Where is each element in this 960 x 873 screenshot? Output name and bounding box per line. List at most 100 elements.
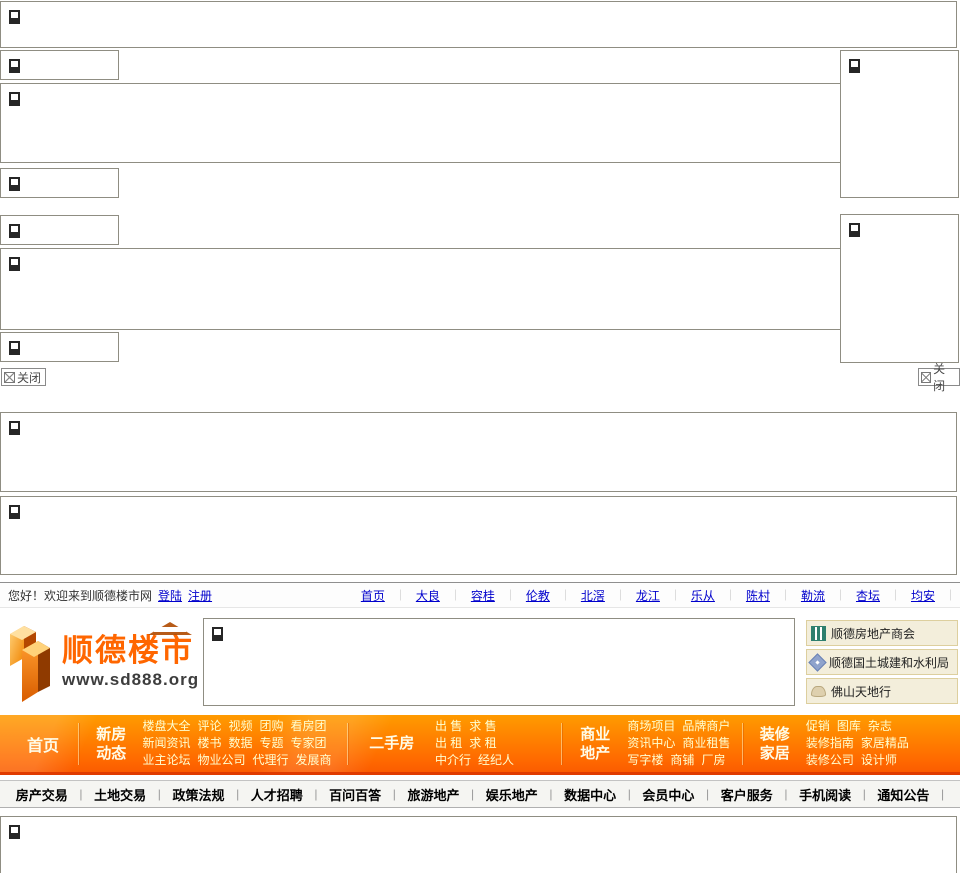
city-links: 首页｜大良｜容桂｜伦教｜北滘｜龙江｜乐从｜陈村｜勒流｜杏坛｜均安｜ — [351, 587, 960, 604]
city-link-乐从[interactable]: 乐从 — [681, 587, 725, 604]
nav-link[interactable]: 写字楼 — [627, 753, 663, 767]
sub-nav-item-手机阅读[interactable]: 手机阅读 — [799, 785, 851, 804]
sub-nav-item-会员中心[interactable]: 会员中心 — [642, 785, 694, 804]
nav-link[interactable]: 团购 — [260, 719, 284, 733]
city-link-陈村[interactable]: 陈村 — [736, 587, 780, 604]
city-link-伦教[interactable]: 伦教 — [516, 587, 560, 604]
divider: ｜ — [724, 590, 736, 602]
nav-home[interactable]: 首页 — [8, 732, 78, 756]
sub-nav-item-政策法规[interactable]: 政策法规 — [172, 785, 224, 804]
nav-link[interactable]: 装修指南 — [806, 736, 854, 750]
nav-section-title-line: 地产 — [580, 744, 611, 762]
partner-link-2[interactable]: 顺德国土城建和水利局 — [806, 649, 958, 675]
city-link-首页[interactable]: 首页 — [351, 587, 395, 604]
nav-section-title[interactable]: 装修 家居 — [744, 725, 806, 763]
nav-link[interactable]: 装修公司 — [806, 753, 854, 767]
main-nav: 首页 新房 动态 楼盘大全 评论 视频 团购 看房团新闻资讯 楼书 数据 专题 专家团业主论坛 物业公司… — [0, 715, 960, 775]
broken-image-icon — [849, 59, 860, 73]
partner-link-1[interactable]: 顺德房地产商会 — [806, 620, 958, 646]
ad-banner-wide-4 — [0, 496, 957, 575]
broken-image-icon — [921, 371, 932, 383]
nav-link[interactable]: 业主论坛 — [142, 753, 190, 767]
sub-nav-item-数据中心[interactable]: 数据中心 — [564, 785, 616, 804]
nav-link[interactable]: 厂房 — [701, 753, 725, 767]
nav-link[interactable]: 资讯中心 — [627, 736, 675, 750]
city-link-勒流[interactable]: 勒流 — [791, 587, 835, 604]
nav-link[interactable]: 出 售 — [435, 719, 462, 733]
nav-link[interactable]: 视频 — [229, 719, 253, 733]
nav-section-title[interactable]: 新房 动态 — [80, 725, 142, 763]
nav-link[interactable]: 看房团 — [291, 719, 327, 733]
nav-link[interactable]: 专家团 — [291, 736, 327, 750]
nav-link[interactable]: 中介行 — [435, 753, 471, 767]
ad-box-left-2 — [0, 168, 119, 198]
site-logo[interactable]: 顺德楼市 www.sd888.org — [4, 616, 200, 708]
ad-banner-wide-1 — [0, 83, 841, 163]
nav-link[interactable]: 求 售 — [469, 719, 496, 733]
welcome-greeting: 您好！欢迎来到顺德楼市网 — [8, 588, 153, 603]
divider: | — [314, 787, 318, 801]
divider: | — [784, 787, 788, 801]
logo-roof-icon — [148, 622, 192, 635]
nav-section-title[interactable]: 商业 地产 — [563, 725, 627, 763]
divider: ｜ — [614, 590, 626, 602]
nav-link[interactable]: 商业租售 — [682, 736, 730, 750]
broken-image-icon — [9, 92, 20, 106]
nav-link[interactable]: 商铺 — [670, 753, 694, 767]
nav-link[interactable]: 发展商 — [296, 753, 332, 767]
nav-link[interactable]: 家居精品 — [861, 736, 909, 750]
nav-link[interactable]: 评论 — [197, 719, 221, 733]
close-ad-button-right[interactable]: 关闭 — [918, 362, 960, 393]
nav-link[interactable]: 物业公司 — [197, 753, 245, 767]
broken-image-icon — [9, 257, 20, 271]
city-link-杏坛[interactable]: 杏坛 — [846, 587, 890, 604]
divider: ｜ — [945, 590, 956, 602]
city-link-均安[interactable]: 均安 — [901, 587, 945, 604]
nav-link[interactable]: 求 租 — [469, 736, 496, 750]
divider: | — [157, 787, 161, 801]
register-link[interactable]: 注册 — [188, 587, 212, 604]
nav-link[interactable]: 专题 — [260, 736, 284, 750]
city-link-龙江[interactable]: 龙江 — [626, 587, 670, 604]
welcome-message-area: 您好！欢迎来到顺德楼市网 登陆 注册 — [0, 587, 212, 604]
nav-link[interactable]: 杂志 — [868, 719, 892, 733]
divider: ｜ — [669, 590, 681, 602]
nav-link[interactable]: 出 租 — [435, 736, 462, 750]
broken-image-icon — [9, 505, 20, 519]
nav-section-title[interactable]: 二手房 — [349, 734, 435, 753]
city-link-容桂[interactable]: 容桂 — [461, 587, 505, 604]
nav-link[interactable]: 新闻资讯 — [142, 736, 190, 750]
nav-link[interactable]: 楼盘大全 — [142, 719, 190, 733]
close-ad-button-left[interactable]: 关闭 — [1, 368, 47, 386]
sub-nav-item-客户服务[interactable]: 客户服务 — [721, 785, 773, 804]
nav-link[interactable]: 图库 — [837, 719, 861, 733]
city-link-北滘[interactable]: 北滘 — [571, 587, 615, 604]
sub-nav-item-旅游地产[interactable]: 旅游地产 — [407, 785, 459, 804]
nav-link[interactable]: 设计师 — [861, 753, 897, 767]
nav-section-title-line: 二手房 — [369, 735, 415, 752]
sub-nav-item-百问百答[interactable]: 百问百答 — [329, 785, 381, 804]
ad-box-left-1 — [0, 50, 119, 80]
nav-link[interactable]: 楼书 — [197, 736, 221, 750]
login-link[interactable]: 登陆 — [158, 587, 182, 604]
nav-section-title-line: 家居 — [759, 744, 790, 762]
divider: ｜ — [834, 590, 846, 602]
city-link-大良[interactable]: 大良 — [406, 587, 450, 604]
nav-links-row: 中介行 经纪人 — [435, 752, 561, 769]
nav-link[interactable]: 数据 — [229, 736, 253, 750]
sub-nav-item-人才招聘[interactable]: 人才招聘 — [251, 785, 303, 804]
sub-nav-item-通知公告[interactable]: 通知公告 — [877, 785, 929, 804]
divider: ｜ — [779, 590, 791, 602]
close-button-label: 关闭 — [17, 370, 42, 385]
divider: ｜ — [449, 590, 461, 602]
nav-link[interactable]: 商场项目 — [627, 719, 675, 733]
nav-link[interactable]: 品牌商户 — [682, 719, 730, 733]
sub-nav-item-娱乐地产[interactable]: 娱乐地产 — [486, 785, 538, 804]
nav-link[interactable]: 经纪人 — [478, 753, 514, 767]
nav-link[interactable]: 代理行 — [253, 753, 289, 767]
close-button-label: 关闭 — [933, 362, 946, 393]
nav-link[interactable]: 促销 — [806, 719, 830, 733]
sub-nav-item-房产交易[interactable]: 房产交易 — [16, 785, 68, 804]
partner-link-3[interactable]: 佛山天地行 — [806, 678, 958, 704]
sub-nav-item-土地交易[interactable]: 土地交易 — [94, 785, 146, 804]
